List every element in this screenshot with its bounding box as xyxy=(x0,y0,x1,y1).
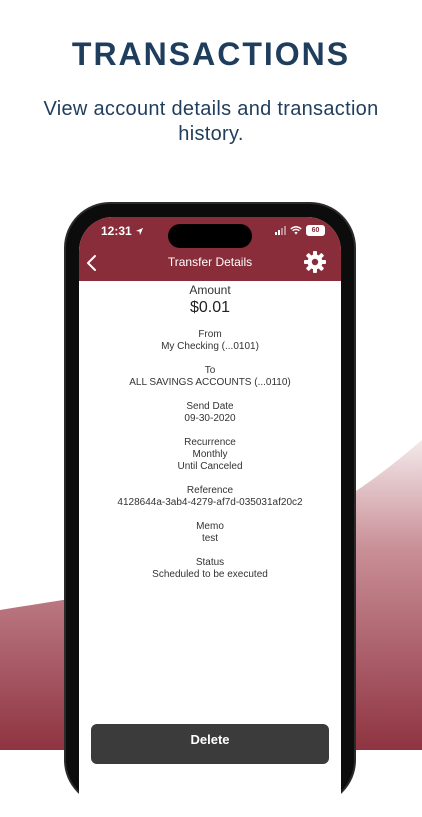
field-from: From My Checking (...0101) xyxy=(79,329,341,353)
field-value: Until Canceled xyxy=(177,461,243,472)
nav-bar: Transfer Details xyxy=(79,245,341,281)
field-value: Monthly xyxy=(192,449,228,460)
field-value: 09-30-2020 xyxy=(184,413,236,424)
status-icons: 60 xyxy=(275,225,325,236)
promo-subhead: View account details and transaction his… xyxy=(43,98,379,145)
status-time-text: 12:31 xyxy=(101,224,132,238)
transfer-details: Amount $0.01 From My Checking (...0101) … xyxy=(79,281,341,581)
signal-icon xyxy=(275,226,286,235)
field-label: Memo xyxy=(196,521,224,532)
phone-screen: 12:31 60 Transfer Details Amount $0.01 F… xyxy=(79,217,341,817)
amount-label: Amount xyxy=(189,283,231,297)
field-label: Status xyxy=(195,557,225,568)
field-label: To xyxy=(204,365,216,376)
battery-icon: 60 xyxy=(306,225,325,236)
field-reference: Reference 4128644a-3ab4-4279-af7d-035031… xyxy=(79,485,341,509)
delete-button[interactable]: Delete xyxy=(91,724,329,764)
field-recurrence: Recurrence Monthly Until Canceled xyxy=(79,437,341,473)
field-label: Recurrence xyxy=(184,437,236,448)
app-header: 12:31 60 Transfer Details xyxy=(79,217,341,281)
amount-value: $0.01 xyxy=(189,299,231,316)
status-bar: 12:31 60 xyxy=(79,217,341,248)
gear-icon[interactable] xyxy=(303,250,327,274)
status-time: 12:31 xyxy=(101,224,144,238)
field-send-date: Send Date 09-30-2020 xyxy=(79,401,341,425)
field-value: 4128644a-3ab4-4279-af7d-035031af20c2 xyxy=(117,497,303,508)
battery-level: 60 xyxy=(311,227,320,234)
field-status: Status Scheduled to be executed xyxy=(79,557,341,581)
wifi-icon xyxy=(290,226,302,235)
field-value: My Checking (...0101) xyxy=(161,341,259,352)
phone-frame: 12:31 60 Transfer Details Amount $0.01 F… xyxy=(66,204,354,817)
field-value: test xyxy=(201,533,219,544)
promo-headline: TRANSACTIONS xyxy=(71,36,351,72)
field-label: From xyxy=(198,329,222,340)
field-to: To ALL SAVINGS ACCOUNTS (...0110) xyxy=(79,365,341,389)
field-label: Send Date xyxy=(186,401,234,412)
page-title: Transfer Details xyxy=(167,255,253,269)
location-arrow-icon xyxy=(135,227,144,236)
field-memo: Memo test xyxy=(79,521,341,545)
field-value: ALL SAVINGS ACCOUNTS (...0110) xyxy=(129,377,291,388)
field-label: Reference xyxy=(186,485,234,496)
field-value: Scheduled to be executed xyxy=(152,569,268,580)
